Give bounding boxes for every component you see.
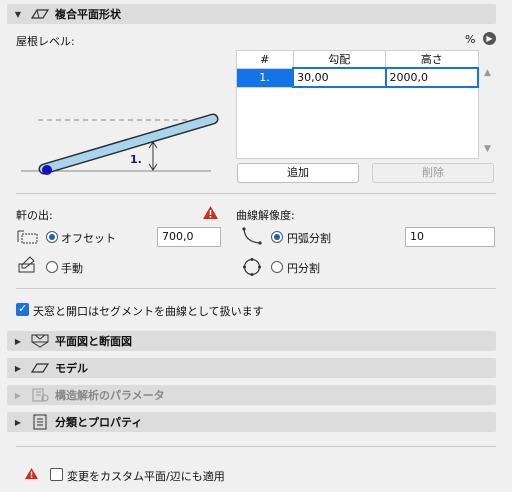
offset-radio[interactable] — [46, 231, 58, 243]
warning-icon — [25, 468, 38, 479]
roof-level-label: 屋根レベル: — [16, 35, 75, 48]
circle-division-radio[interactable] — [271, 261, 283, 273]
structural-analysis-icon — [29, 387, 51, 403]
section-floor-plan[interactable]: ▶ 平面図と断面図 — [7, 331, 496, 351]
section-model[interactable]: ▶ モデル — [7, 358, 496, 378]
expand-triangle-icon[interactable]: ▶ — [7, 364, 29, 373]
section-label: 分類とプロパティ — [55, 416, 143, 429]
table-row[interactable]: 1. 30,00 2000,0 — [236, 67, 479, 88]
curve-resolution-label: 曲線解像度: — [236, 209, 295, 222]
separator — [16, 446, 496, 447]
offset-icon — [17, 230, 38, 244]
collapse-triangle-icon[interactable]: ▼ — [7, 10, 29, 19]
section-classification[interactable]: ▶ 分類とプロパティ — [7, 412, 496, 432]
slope-diagram — [21, 113, 219, 175]
manual-label: 手動 — [61, 262, 83, 275]
apply-custom-checkbox[interactable] — [50, 468, 63, 481]
warning-icon — [203, 206, 218, 219]
scroll-down-arrow-icon[interactable]: ▼ — [484, 144, 491, 154]
unit-label: % — [465, 33, 476, 46]
apply-custom-label: 変更をカスタム平面/辺にも適用 — [67, 470, 225, 483]
slope-cell[interactable]: 30,00 — [292, 67, 387, 88]
height-cell[interactable]: 2000,0 — [384, 67, 479, 88]
manual-radio[interactable] — [46, 261, 58, 273]
roof-plane-icon — [29, 6, 51, 22]
section-label: 構造解析のパラメータ — [55, 389, 165, 402]
delete-button[interactable]: 削除 — [372, 163, 494, 183]
manual-icon — [18, 256, 35, 273]
compound-plane-header[interactable]: ▼ 複合平面形状 — [7, 4, 496, 24]
arc-division-input[interactable]: 10 — [405, 227, 495, 247]
eave-label: 軒の出: — [16, 209, 53, 222]
arc-division-label: 円弧分割 — [287, 232, 331, 245]
diagram-level-label: 1. — [130, 153, 142, 166]
expand-triangle-icon[interactable]: ▶ — [7, 337, 29, 346]
header-title: 複合平面形状 — [55, 8, 121, 21]
floor-plan-section-icon — [29, 333, 51, 349]
column-header-number: # — [236, 50, 294, 69]
add-button[interactable]: 追加 — [237, 163, 359, 183]
arc-segments-icon — [242, 227, 262, 245]
unit-menu-arrow-icon[interactable]: ▶ — [483, 32, 496, 45]
column-header-slope: 勾配 — [292, 50, 387, 69]
row-number: 1. — [236, 67, 294, 88]
section-label: 平面図と断面図 — [55, 335, 132, 348]
skylight-checkbox-label: 天窓と開口はセグメントを曲線として扱います — [33, 305, 264, 318]
separator — [16, 193, 496, 194]
separator — [16, 288, 496, 289]
skylight-checkbox[interactable] — [16, 302, 29, 316]
offset-input[interactable]: 700,0 — [157, 227, 221, 247]
model-section-icon — [29, 360, 51, 376]
column-header-height: 高さ — [385, 50, 479, 69]
circle-division-label: 円分割 — [287, 262, 320, 275]
expand-triangle-icon[interactable]: ▶ — [7, 391, 29, 400]
scroll-up-arrow-icon[interactable]: ▲ — [484, 68, 491, 78]
slope-table-grid: # 勾配 高さ 1. 30,00 2000,0 — [236, 50, 479, 88]
circle-segments-icon — [243, 258, 261, 276]
section-structural-analysis[interactable]: ▶ 構造解析のパラメータ — [7, 385, 496, 405]
offset-label: オフセット — [61, 232, 116, 245]
expand-triangle-icon[interactable]: ▶ — [7, 418, 29, 427]
classification-icon — [29, 414, 51, 430]
section-label: モデル — [55, 362, 88, 375]
arc-division-radio[interactable] — [271, 231, 283, 243]
